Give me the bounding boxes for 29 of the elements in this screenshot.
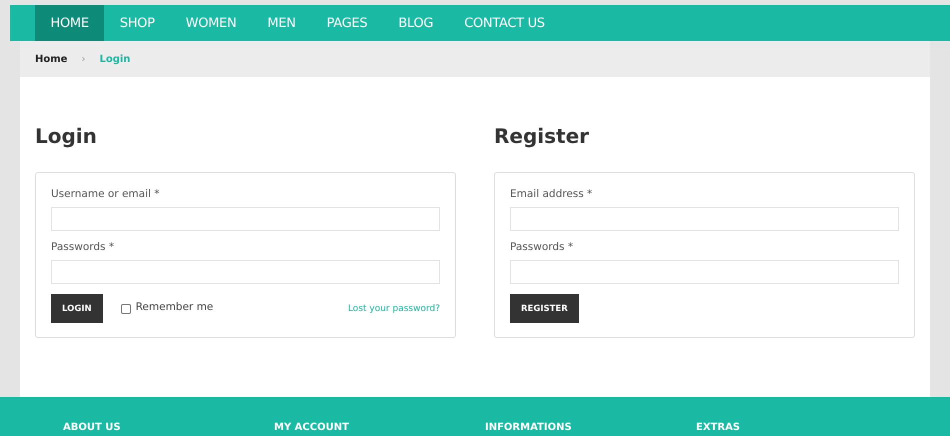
- field-label: Email address *: [510, 188, 594, 200]
- footer-heading: EXTRAS: [696, 422, 742, 435]
- breadcrumb-item[interactable]: Home: [35, 54, 68, 64]
- nav-item[interactable]: CONTACT US: [448, 5, 560, 41]
- input-field[interactable]: [510, 207, 899, 231]
- input-field[interactable]: [51, 260, 440, 284]
- register-button[interactable]: REGISTER: [510, 294, 579, 323]
- forgot-password-link[interactable]: Lost your password?: [348, 304, 440, 314]
- section-title: Login: [35, 124, 98, 148]
- field-label: Passwords *: [510, 241, 574, 253]
- field-label: Username or email *: [51, 188, 160, 200]
- footer-heading: INFORMATIONS: [485, 422, 573, 435]
- breadcrumb-separator: ›: [81, 54, 86, 64]
- nav-item[interactable]: HOME: [35, 5, 104, 41]
- nav-item[interactable]: WOMEN: [170, 5, 252, 41]
- nav-item[interactable]: SHOP: [104, 5, 170, 41]
- input-field[interactable]: [510, 260, 899, 284]
- login-button[interactable]: LOGIN: [51, 294, 103, 323]
- nav-item[interactable]: PAGES: [311, 5, 383, 41]
- nav-item[interactable]: BLOG: [382, 5, 449, 41]
- checkbox[interactable]: [120, 304, 131, 314]
- input-field[interactable]: [51, 207, 440, 231]
- breadcrumb-item: Login: [99, 54, 130, 64]
- checkbox-label: Remember me: [136, 301, 214, 313]
- footer-heading: ABOUT US: [63, 422, 122, 435]
- field-label: Passwords *: [51, 241, 116, 253]
- nav-item[interactable]: MEN: [252, 5, 312, 41]
- footer-heading: MY ACCOUNT: [274, 422, 350, 435]
- section-title: Register: [494, 124, 590, 148]
